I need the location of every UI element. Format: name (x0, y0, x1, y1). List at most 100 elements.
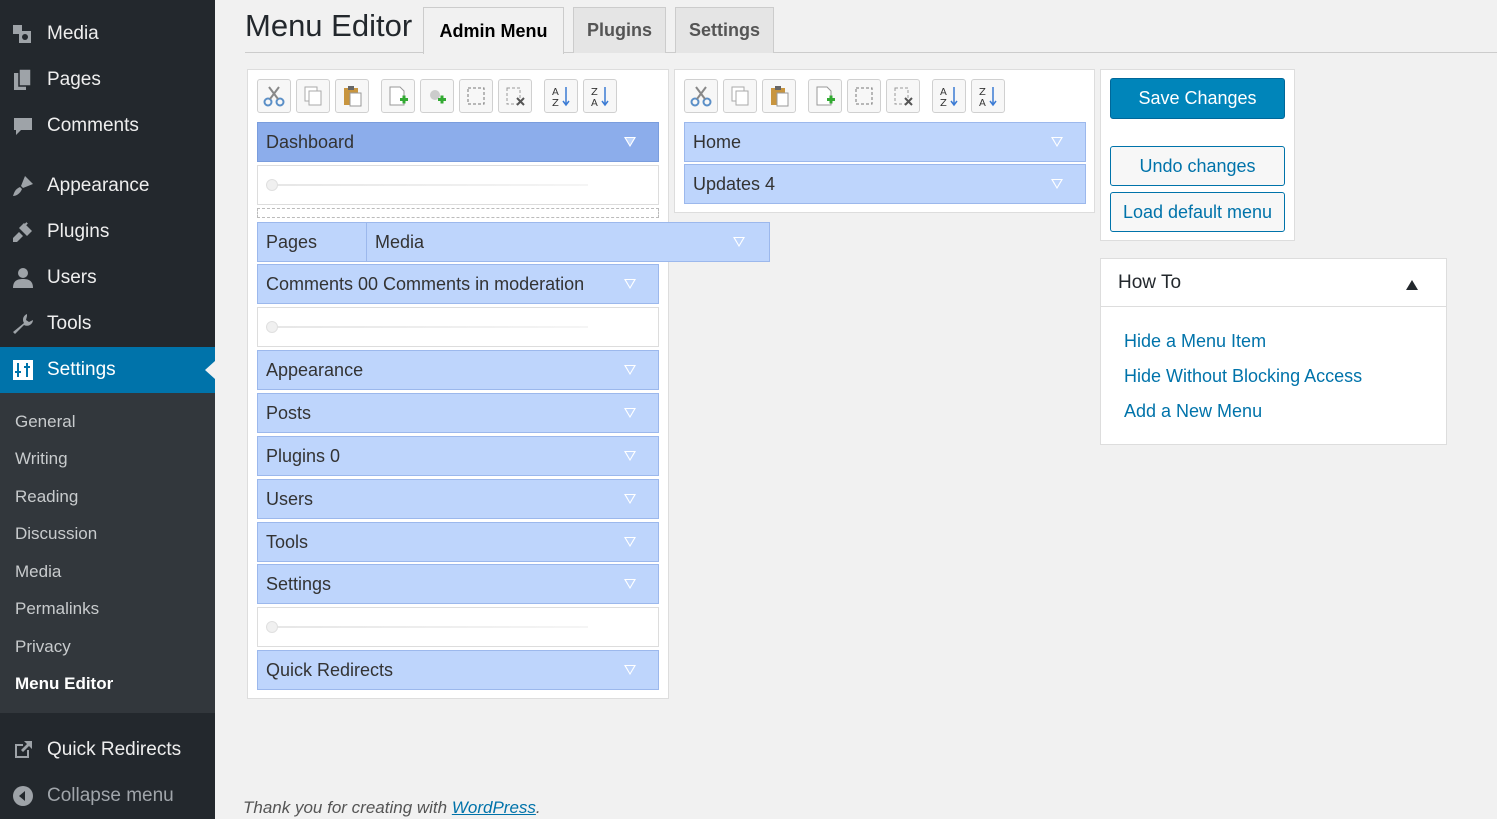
sidebar-item-users[interactable]: Users (0, 255, 215, 301)
menu-separator[interactable] (257, 607, 659, 647)
submenu-item-general[interactable]: General (15, 412, 75, 432)
submenu-item-updates[interactable]: Updates 4 (684, 164, 1086, 204)
submenu-panel: AZ ZA Home Updates 4 (674, 69, 1095, 213)
menu-item-title: Home (693, 131, 742, 152)
admin-sidebar: Media Pages Comments Appearance Plugins … (0, 0, 215, 819)
collapse-triangle-icon[interactable] (1406, 280, 1418, 290)
howto-link-hide-without-blocking[interactable]: Hide Without Blocking Access (1124, 366, 1362, 387)
sort-descending-button[interactable]: ZA (971, 79, 1005, 113)
menu-item-dashboard[interactable]: Dashboard (257, 122, 659, 162)
copy-button[interactable] (723, 79, 757, 113)
sidebar-item-comments[interactable]: Comments (0, 103, 215, 149)
sort-za-icon: ZA (979, 87, 997, 108)
load-default-menu-button[interactable]: Load default menu (1110, 192, 1285, 232)
submenu-item-home[interactable]: Home (684, 122, 1086, 162)
svg-text:Z: Z (940, 98, 947, 108)
menu-item-quick-redirects[interactable]: Quick Redirects (257, 650, 659, 690)
expand-arrow-icon[interactable] (624, 365, 636, 375)
sidebar-item-pages[interactable]: Pages (0, 57, 215, 103)
sidebar-item-appearance[interactable]: Appearance (0, 163, 215, 209)
menu-item-title: Users (266, 488, 314, 509)
expand-arrow-icon[interactable] (1051, 137, 1063, 147)
menu-separator[interactable] (257, 165, 659, 205)
submenu-item-permalinks[interactable]: Permalinks (15, 599, 99, 619)
menu-item-plugins[interactable]: Plugins 0 (257, 436, 659, 476)
submenu-item-media[interactable]: Media (15, 562, 61, 582)
cut-button[interactable] (684, 79, 718, 113)
expand-arrow-icon[interactable] (624, 279, 636, 289)
menu-item-appearance[interactable]: Appearance (257, 350, 659, 390)
tab-settings[interactable]: Settings (675, 7, 774, 53)
expand-arrow-icon[interactable] (624, 579, 636, 589)
footer-text: Thank you for creating with (243, 798, 452, 817)
menu-item-title: Pages (266, 231, 318, 252)
sidebar-item-plugins[interactable]: Plugins (0, 209, 215, 255)
wordpress-link[interactable]: WordPress (452, 798, 536, 817)
hide-button[interactable] (847, 79, 881, 113)
howto-link-add-new-menu[interactable]: Add a New Menu (1124, 401, 1262, 422)
tab-plugins[interactable]: Plugins (573, 7, 666, 53)
cut-button[interactable] (257, 79, 291, 113)
drop-placeholder (257, 208, 659, 218)
sidebar-item-media[interactable]: Media (0, 11, 215, 57)
sort-ascending-button[interactable]: AZ (544, 79, 578, 113)
submenu-item-discussion[interactable]: Discussion (15, 524, 97, 544)
delete-button[interactable] (886, 79, 920, 113)
submenu-item-reading[interactable]: Reading (15, 487, 78, 507)
expand-arrow-icon[interactable] (624, 665, 636, 675)
paste-button[interactable] (335, 79, 369, 113)
svg-text:A: A (940, 87, 947, 98)
sidebar-item-quick-redirects[interactable]: Quick Redirects (0, 727, 215, 773)
collapse-menu-button[interactable]: Collapse menu (0, 773, 215, 819)
svg-text:A: A (979, 98, 986, 108)
expand-arrow-icon[interactable] (624, 137, 636, 147)
menu-item-users[interactable]: Users (257, 479, 659, 519)
sidebar-item-label: Media (47, 23, 99, 44)
tab-admin-menu[interactable]: Admin Menu (423, 7, 564, 54)
menu-item-settings[interactable]: Settings (257, 564, 659, 604)
expand-arrow-icon[interactable] (624, 408, 636, 418)
menu-item-title: Settings (266, 573, 332, 594)
sort-ascending-button[interactable]: AZ (932, 79, 966, 113)
menu-item-tools[interactable]: Tools (257, 522, 659, 562)
paste-button[interactable] (762, 79, 796, 113)
dragging-menu-item-media[interactable]: Media (366, 222, 770, 262)
new-separator-button[interactable] (420, 79, 454, 113)
sidebar-item-settings[interactable]: Settings (0, 347, 215, 393)
undo-changes-button[interactable]: Undo changes (1110, 146, 1285, 186)
new-menu-button[interactable] (808, 79, 842, 113)
menu-item-title: Appearance (266, 359, 364, 380)
submenu-item-privacy[interactable]: Privacy (15, 637, 71, 657)
page-title: Menu Editor (245, 8, 413, 43)
submenu-item-menu-editor[interactable]: Menu Editor (15, 674, 113, 694)
footer-thankyou: Thank you for creating with WordPress. (243, 798, 541, 818)
footer-end: . (535, 798, 541, 817)
expand-arrow-icon[interactable] (624, 451, 636, 461)
dashed-square-icon (855, 87, 873, 105)
expand-arrow-icon[interactable] (1051, 179, 1063, 189)
sidebar-item-label: Tools (47, 313, 92, 334)
new-menu-button[interactable] (381, 79, 415, 113)
sidebar-item-label: Comments (47, 115, 139, 136)
how-to-header[interactable]: How To (1101, 259, 1446, 307)
expand-arrow-icon[interactable] (624, 537, 636, 547)
expand-arrow-icon[interactable] (733, 237, 745, 247)
save-changes-button[interactable]: Save Changes (1110, 78, 1285, 119)
dashed-square-icon (467, 87, 485, 105)
menu-item-comments[interactable]: Comments 00 Comments in moderation (257, 264, 659, 304)
menu-separator[interactable] (257, 307, 659, 347)
hide-button[interactable] (459, 79, 493, 113)
menu-item-posts[interactable]: Posts (257, 393, 659, 433)
sidebar-item-label: Users (47, 267, 97, 288)
plugins-icon (10, 219, 36, 245)
add-separator-icon (430, 90, 446, 104)
sort-az-icon: AZ (552, 87, 570, 108)
submenu-item-writing[interactable]: Writing (15, 449, 68, 469)
howto-link-hide-menu-item[interactable]: Hide a Menu Item (1124, 331, 1266, 352)
copy-button[interactable] (296, 79, 330, 113)
delete-button[interactable] (498, 79, 532, 113)
expand-arrow-icon[interactable] (624, 494, 636, 504)
sort-descending-button[interactable]: ZA (583, 79, 617, 113)
sidebar-item-tools[interactable]: Tools (0, 301, 215, 347)
menu-item-title: Quick Redirects (266, 659, 394, 680)
